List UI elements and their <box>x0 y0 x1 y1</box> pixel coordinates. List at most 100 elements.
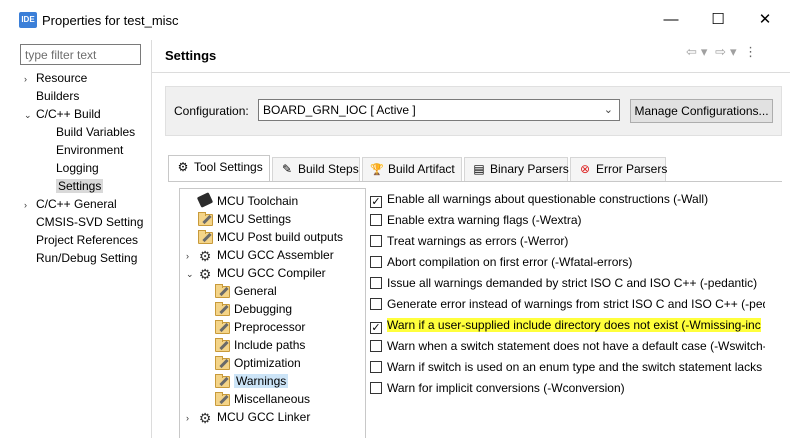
option-label: Warn if switch is used on an enum type a… <box>387 360 763 374</box>
folder-icon <box>214 301 230 316</box>
checkbox-unchecked[interactable] <box>370 361 382 373</box>
chevron-right-icon[interactable]: › <box>24 196 36 214</box>
sidebar-item-label: Logging <box>56 161 99 175</box>
sidebar-item-c-c-build[interactable]: ⌄ C/C++ Build <box>24 105 101 123</box>
tab-label: Binary Parsers <box>490 162 569 176</box>
tool-tree-item-mcu-gcc-linker[interactable]: › ⚙ MCU GCC Linker <box>186 408 310 426</box>
option-row[interactable]: Warn for implicit conversions (-Wconvers… <box>370 379 765 397</box>
sidebar-item-logging[interactable]: Logging <box>56 159 99 177</box>
tool-tree-item-warnings[interactable]: Warnings <box>214 372 289 390</box>
tool-tree-label: Warnings <box>234 374 289 388</box>
tool-tree-label: MCU GCC Linker <box>217 410 311 424</box>
history-nav: ⇦ ▾ ⇨ ▾ ⋮ <box>686 44 761 64</box>
sidebar-item-c-c-general[interactable]: › C/C++ General <box>24 195 117 213</box>
tool-tree-label: MCU Post build outputs <box>217 230 344 244</box>
tool-tree-item-include-paths[interactable]: Include paths <box>214 336 305 354</box>
option-row[interactable]: Generate error instead of warnings from … <box>370 295 765 313</box>
chevron-right-icon[interactable]: › <box>186 409 197 427</box>
chevron-right-icon[interactable]: › <box>186 247 197 265</box>
tool-tree-item-mcu-settings[interactable]: MCU Settings <box>186 210 291 228</box>
sidebar-item-build-variables[interactable]: Build Variables <box>56 123 135 141</box>
wrench-icon <box>219 376 229 387</box>
chip-icon <box>196 192 214 208</box>
option-row[interactable]: Warn if switch is used on an enum type a… <box>370 358 765 376</box>
folder-icon <box>214 373 230 388</box>
sidebar-item-run-debug-setting[interactable]: Run/Debug Setting <box>24 249 137 267</box>
tool-tree-item-mcu-toolchain[interactable]: MCU Toolchain <box>186 192 298 210</box>
tab-binary-parsers[interactable]: ▤ Binary Parsers <box>464 157 569 181</box>
pane-divider[interactable] <box>151 40 152 438</box>
tab-build-artifact[interactable]: 🏆 Build Artifact <box>362 157 462 181</box>
tool-tree-item-mcu-gcc-compiler[interactable]: ⌄ ⚙ MCU GCC Compiler <box>186 264 326 282</box>
option-row[interactable]: Abort compilation on first error (-Wfata… <box>370 253 765 271</box>
sidebar-item-environment[interactable]: Environment <box>56 141 123 159</box>
back-arrow-icon[interactable]: ⇦ <box>686 44 697 59</box>
tool-tree-item-mcu-gcc-assembler[interactable]: › ⚙ MCU GCC Assembler <box>186 246 334 264</box>
build-steps-icon: ✎ <box>281 162 293 176</box>
minimize-button[interactable]: — <box>657 8 685 32</box>
forward-arrow-icon[interactable]: ⇨ <box>715 44 726 59</box>
more-options-icon[interactable]: ⋮ <box>744 44 757 59</box>
option-row[interactable]: Treat warnings as errors (-Werror) <box>370 232 765 250</box>
checkbox-checked[interactable]: ✓ <box>370 322 382 334</box>
checkbox-unchecked[interactable] <box>370 256 382 268</box>
option-label: Generate error instead of warnings from … <box>387 297 765 311</box>
sidebar-item-resource[interactable]: › Resource <box>24 69 87 87</box>
tool-tree-item-debugging[interactable]: Debugging <box>214 300 292 318</box>
option-row[interactable]: Enable extra warning flags (-Wextra) <box>370 211 765 229</box>
option-row[interactable]: Warn when a switch statement does not ha… <box>370 337 765 355</box>
checkbox-unchecked[interactable] <box>370 382 382 394</box>
option-label: Abort compilation on first error (-Wfata… <box>387 255 633 269</box>
tool-settings-icon: ⚙ <box>177 160 189 174</box>
chevron-down-icon[interactable]: ⌄ <box>186 265 197 283</box>
sidebar-item-settings[interactable]: Settings <box>56 177 104 195</box>
chevron-right-icon[interactable]: › <box>24 70 36 88</box>
sidebar-item-cmsis-svd-setting[interactable]: CMSIS-SVD Setting <box>24 213 143 231</box>
tool-tree-item-miscellaneous[interactable]: Miscellaneous <box>214 390 310 408</box>
option-row[interactable]: Issue all warnings demanded by strict IS… <box>370 274 765 292</box>
checkbox-unchecked[interactable] <box>370 277 382 289</box>
configuration-value: BOARD_GRN_IOC [ Active ] <box>263 103 416 117</box>
configuration-panel: Configuration: BOARD_GRN_IOC [ Active ] … <box>165 86 782 136</box>
configuration-select[interactable]: BOARD_GRN_IOC [ Active ] ⌄ <box>258 99 620 121</box>
chevron-down-icon: ⌄ <box>603 104 613 116</box>
checkbox-unchecked[interactable] <box>370 235 382 247</box>
option-row[interactable]: ✓ Enable all warnings about questionable … <box>370 190 765 208</box>
chevron-down-icon[interactable]: ⌄ <box>24 106 36 124</box>
tool-tree-item-optimization[interactable]: Optimization <box>214 354 301 372</box>
option-label: Treat warnings as errors (-Werror) <box>387 234 569 248</box>
tool-tree-label: Miscellaneous <box>234 392 311 406</box>
wrench-icon <box>202 232 212 243</box>
manage-configurations-button[interactable]: Manage Configurations... <box>630 99 773 123</box>
filter-input[interactable] <box>20 44 141 65</box>
checkbox-unchecked[interactable] <box>370 340 382 352</box>
sidebar-item-label: Builders <box>36 89 80 103</box>
tool-tree-item-general[interactable]: General <box>214 282 277 300</box>
sidebar-item-label: C/C++ Build <box>36 107 101 121</box>
window-title: Properties for test_misc <box>42 13 179 28</box>
app-icon: IDE <box>19 12 37 28</box>
tool-tree-label: MCU GCC Assembler <box>217 248 334 262</box>
tab-error-parsers[interactable]: ⊗ Error Parsers <box>570 157 667 181</box>
tab-build-steps[interactable]: ✎ Build Steps <box>272 157 360 181</box>
close-button[interactable]: ✕ <box>751 8 779 32</box>
tab-tool-settings[interactable]: ⚙ Tool Settings <box>168 155 270 181</box>
back-menu-icon[interactable]: ▾ <box>701 44 708 59</box>
wrench-icon <box>219 394 229 405</box>
checkbox-checked[interactable]: ✓ <box>370 196 382 208</box>
option-row[interactable]: ✓ Warn if a user-supplied include directo… <box>370 316 765 334</box>
checkbox-unchecked[interactable] <box>370 298 382 310</box>
sidebar-item-project-references[interactable]: Project References <box>24 231 138 249</box>
wrench-icon <box>219 286 229 297</box>
option-label: Enable all warnings about questionable c… <box>387 192 709 206</box>
tool-tree-item-preprocessor[interactable]: Preprocessor <box>214 318 305 336</box>
sidebar-item-label: CMSIS-SVD Setting <box>36 215 144 229</box>
gear-icon: ⚙ <box>198 266 212 282</box>
page-title: Settings <box>165 48 217 63</box>
tool-tree-item-mcu-post-build-outputs[interactable]: MCU Post build outputs <box>186 228 343 246</box>
forward-menu-icon[interactable]: ▾ <box>730 44 737 59</box>
sidebar-item-label: Settings <box>56 179 104 193</box>
sidebar-item-builders[interactable]: Builders <box>24 87 79 105</box>
checkbox-unchecked[interactable] <box>370 214 382 226</box>
maximize-button[interactable]: ☐ <box>704 8 732 32</box>
